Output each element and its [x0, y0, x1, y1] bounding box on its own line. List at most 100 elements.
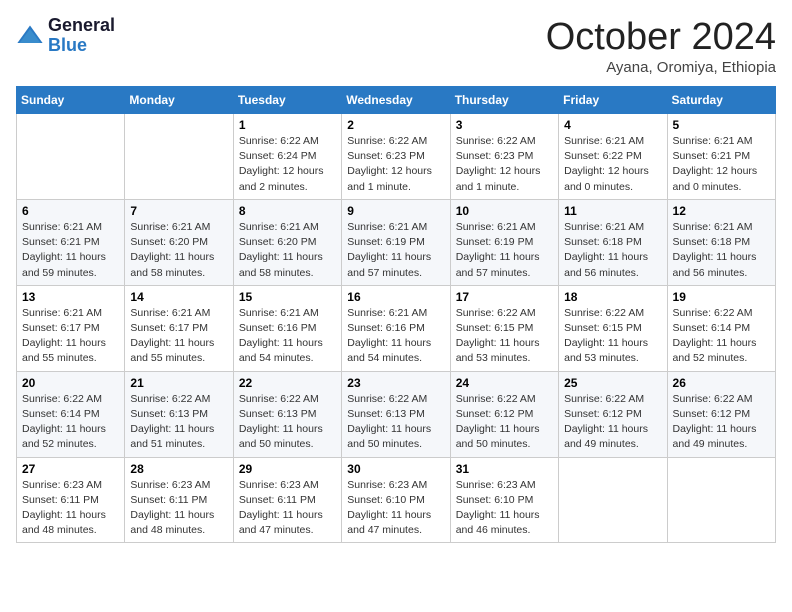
day-number: 26	[673, 376, 770, 390]
calendar-week-row: 6 Sunrise: 6:21 AMSunset: 6:21 PMDaylight…	[17, 199, 776, 285]
calendar-cell: 15 Sunrise: 6:21 AMSunset: 6:16 PMDayligh…	[233, 285, 341, 371]
calendar-cell: 31Sunrise: 6:23 AMSunset: 6:10 PMDayligh…	[450, 457, 558, 543]
day-number: 16	[347, 290, 444, 304]
day-number: 23	[347, 376, 444, 390]
calendar-cell: 14 Sunrise: 6:21 AMSunset: 6:17 PMDayligh…	[125, 285, 233, 371]
day-info: Sunrise: 6:22 AMSunset: 6:13 PMDaylight:…	[130, 392, 227, 453]
day-number: 22	[239, 376, 336, 390]
calendar-cell: 9Sunrise: 6:21 AMSunset: 6:19 PMDaylight…	[342, 199, 450, 285]
day-info: Sunrise: 6:21 AMSunset: 6:17 PMDaylight:…	[22, 306, 119, 367]
day-number: 1	[239, 118, 336, 132]
day-number: 30	[347, 462, 444, 476]
day-number: 13	[22, 290, 119, 304]
day-number: 8	[239, 204, 336, 218]
calendar-header: SundayMondayTuesdayWednesdayThursdayFrid…	[17, 87, 776, 114]
day-number: 18	[564, 290, 661, 304]
calendar-cell: 12 Sunrise: 6:21 AMSunset: 6:18 PMDayligh…	[667, 199, 775, 285]
day-info: Sunrise: 6:23 AMSunset: 6:10 PMDaylight:…	[456, 478, 553, 539]
day-info: Sunrise: 6:22 AMSunset: 6:23 PMDaylight:…	[347, 134, 444, 195]
day-info: Sunrise: 6:21 AMSunset: 6:21 PMDaylight:…	[673, 134, 770, 195]
day-info: Sunrise: 6:22 AMSunset: 6:13 PMDaylight:…	[239, 392, 336, 453]
day-number: 27	[22, 462, 119, 476]
day-number: 20	[22, 376, 119, 390]
day-number: 15	[239, 290, 336, 304]
day-info: Sunrise: 6:23 AMSunset: 6:11 PMDaylight:…	[130, 478, 227, 539]
day-info: Sunrise: 6:22 AMSunset: 6:15 PMDaylight:…	[564, 306, 661, 367]
calendar-cell: 28 Sunrise: 6:23 AMSunset: 6:11 PMDayligh…	[125, 457, 233, 543]
day-info: Sunrise: 6:22 AMSunset: 6:13 PMDaylight:…	[347, 392, 444, 453]
day-number: 4	[564, 118, 661, 132]
calendar-cell	[17, 114, 125, 200]
calendar-table: SundayMondayTuesdayWednesdayThursdayFrid…	[16, 86, 776, 543]
day-info: Sunrise: 6:22 AMSunset: 6:14 PMDaylight:…	[22, 392, 119, 453]
day-info: Sunrise: 6:21 AMSunset: 6:19 PMDaylight:…	[456, 220, 553, 281]
day-info: Sunrise: 6:21 AMSunset: 6:22 PMDaylight:…	[564, 134, 661, 195]
calendar-week-row: 1Sunrise: 6:22 AMSunset: 6:24 PMDaylight…	[17, 114, 776, 200]
calendar-cell: 4 Sunrise: 6:21 AMSunset: 6:22 PMDaylight…	[559, 114, 667, 200]
calendar-week-row: 27 Sunrise: 6:23 AMSunset: 6:11 PMDayligh…	[17, 457, 776, 543]
calendar-cell: 13 Sunrise: 6:21 AMSunset: 6:17 PMDayligh…	[17, 285, 125, 371]
calendar-cell: 25 Sunrise: 6:22 AMSunset: 6:12 PMDayligh…	[559, 371, 667, 457]
day-number: 6	[22, 204, 119, 218]
day-info: Sunrise: 6:22 AMSunset: 6:14 PMDaylight:…	[673, 306, 770, 367]
weekday-header: Tuesday	[233, 87, 341, 114]
calendar-cell: 8 Sunrise: 6:21 AMSunset: 6:20 PMDaylight…	[233, 199, 341, 285]
day-number: 25	[564, 376, 661, 390]
day-info: Sunrise: 6:22 AMSunset: 6:12 PMDaylight:…	[564, 392, 661, 453]
day-info: Sunrise: 6:23 AMSunset: 6:10 PMDaylight:…	[347, 478, 444, 539]
logo-line2: Blue	[48, 36, 115, 56]
day-number: 17	[456, 290, 553, 304]
calendar-cell	[559, 457, 667, 543]
calendar-cell: 18 Sunrise: 6:22 AMSunset: 6:15 PMDayligh…	[559, 285, 667, 371]
day-info: Sunrise: 6:21 AMSunset: 6:18 PMDaylight:…	[673, 220, 770, 281]
calendar-cell: 16 Sunrise: 6:21 AMSunset: 6:16 PMDayligh…	[342, 285, 450, 371]
day-info: Sunrise: 6:21 AMSunset: 6:17 PMDaylight:…	[130, 306, 227, 367]
weekday-header: Friday	[559, 87, 667, 114]
day-number: 28	[130, 462, 227, 476]
day-number: 2	[347, 118, 444, 132]
calendar-cell: 5 Sunrise: 6:21 AMSunset: 6:21 PMDaylight…	[667, 114, 775, 200]
calendar-cell: 21 Sunrise: 6:22 AMSunset: 6:13 PMDayligh…	[125, 371, 233, 457]
day-number: 21	[130, 376, 227, 390]
calendar-cell: 22 Sunrise: 6:22 AMSunset: 6:13 PMDayligh…	[233, 371, 341, 457]
day-info: Sunrise: 6:21 AMSunset: 6:21 PMDaylight:…	[22, 220, 119, 281]
day-number: 12	[673, 204, 770, 218]
calendar-cell: 23 Sunrise: 6:22 AMSunset: 6:13 PMDayligh…	[342, 371, 450, 457]
calendar-cell: 24Sunrise: 6:22 AMSunset: 6:12 PMDayligh…	[450, 371, 558, 457]
page-header: General Blue October 2024 Ayana, Oromiya…	[16, 16, 776, 76]
day-info: Sunrise: 6:21 AMSunset: 6:16 PMDaylight:…	[347, 306, 444, 367]
logo: General Blue	[16, 16, 115, 56]
day-number: 3	[456, 118, 553, 132]
day-number: 29	[239, 462, 336, 476]
calendar-cell: 20 Sunrise: 6:22 AMSunset: 6:14 PMDayligh…	[17, 371, 125, 457]
calendar-cell: 29 Sunrise: 6:23 AMSunset: 6:11 PMDayligh…	[233, 457, 341, 543]
calendar-cell	[667, 457, 775, 543]
calendar-cell: 11Sunrise: 6:21 AMSunset: 6:18 PMDayligh…	[559, 199, 667, 285]
weekday-header: Wednesday	[342, 87, 450, 114]
calendar-cell: 10 Sunrise: 6:21 AMSunset: 6:19 PMDayligh…	[450, 199, 558, 285]
calendar-cell: 6 Sunrise: 6:21 AMSunset: 6:21 PMDaylight…	[17, 199, 125, 285]
day-info: Sunrise: 6:21 AMSunset: 6:16 PMDaylight:…	[239, 306, 336, 367]
day-number: 5	[673, 118, 770, 132]
day-info: Sunrise: 6:23 AMSunset: 6:11 PMDaylight:…	[239, 478, 336, 539]
weekday-header: Saturday	[667, 87, 775, 114]
calendar-week-row: 20 Sunrise: 6:22 AMSunset: 6:14 PMDayligh…	[17, 371, 776, 457]
day-info: Sunrise: 6:22 AMSunset: 6:12 PMDaylight:…	[456, 392, 553, 453]
calendar-cell: 7Sunrise: 6:21 AMSunset: 6:20 PMDaylight…	[125, 199, 233, 285]
weekday-header: Thursday	[450, 87, 558, 114]
day-number: 19	[673, 290, 770, 304]
day-info: Sunrise: 6:21 AMSunset: 6:18 PMDaylight:…	[564, 220, 661, 281]
day-number: 14	[130, 290, 227, 304]
calendar-cell: 3Sunrise: 6:22 AMSunset: 6:23 PMDaylight…	[450, 114, 558, 200]
logo-icon	[16, 22, 44, 50]
calendar-cell: 19 Sunrise: 6:22 AMSunset: 6:14 PMDayligh…	[667, 285, 775, 371]
calendar-cell: 17 Sunrise: 6:22 AMSunset: 6:15 PMDayligh…	[450, 285, 558, 371]
day-number: 10	[456, 204, 553, 218]
day-info: Sunrise: 6:22 AMSunset: 6:15 PMDaylight:…	[456, 306, 553, 367]
day-info: Sunrise: 6:21 AMSunset: 6:20 PMDaylight:…	[239, 220, 336, 281]
day-info: Sunrise: 6:22 AMSunset: 6:12 PMDaylight:…	[673, 392, 770, 453]
location: Ayana, Oromiya, Ethiopia	[546, 59, 776, 76]
day-info: Sunrise: 6:21 AMSunset: 6:20 PMDaylight:…	[130, 220, 227, 281]
title-block: October 2024 Ayana, Oromiya, Ethiopia	[546, 16, 776, 76]
calendar-cell	[125, 114, 233, 200]
